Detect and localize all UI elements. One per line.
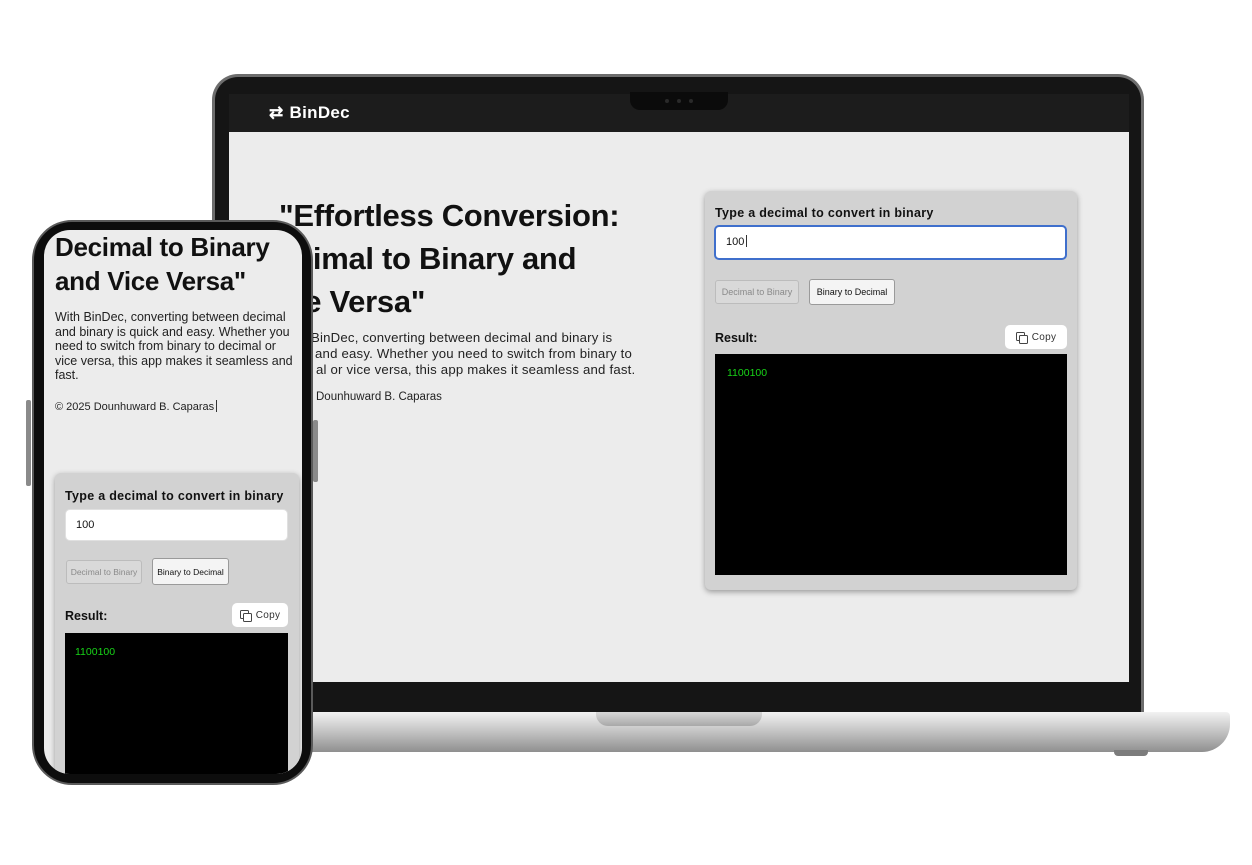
camera-notch (630, 92, 728, 110)
phone-hero-title: Decimal to Binary and Vice Versa" (55, 230, 295, 298)
hero-title-line: ecimal to Binary and (279, 241, 577, 276)
laptop-foot (1114, 750, 1148, 756)
phone-side-button (26, 400, 31, 486)
converter-card: Type a decimal to convert in binary 100 … (705, 191, 1077, 590)
hero-description: BinDec, converting between decimal and b… (279, 330, 659, 378)
result-output: 1100100 (65, 633, 288, 774)
laptop-screen: ⇄ BinDec "Effortless Conversion: ecimal … (229, 94, 1129, 682)
brand-name[interactable]: BinDec (290, 103, 350, 123)
copy-label: Copy (1031, 331, 1057, 343)
phone-side-button (313, 420, 318, 482)
hero-description-line: al or vice versa, this app makes it seam… (316, 362, 636, 377)
phone-hero-title-line: Decimal to Binary (55, 232, 270, 262)
result-output: 1100100 (715, 354, 1067, 575)
hero-description-line: BinDec, converting between decimal and b… (311, 330, 613, 345)
binary-to-decimal-button[interactable]: Binary to Decimal (809, 279, 895, 305)
copy-icon (239, 609, 252, 622)
phone-hero-title-line: and Vice Versa" (55, 266, 246, 296)
input-label: Type a decimal to convert in binary (715, 206, 934, 220)
input-value: 100 (726, 236, 745, 248)
text-cursor (746, 235, 748, 247)
hero-description-line: and easy. Whether you need to switch fro… (315, 346, 633, 361)
result-label: Result: (715, 331, 758, 345)
copy-button[interactable]: Copy (1005, 325, 1067, 349)
hero-title: "Effortless Conversion: ecimal to Binary… (279, 194, 669, 323)
decimal-input[interactable]: 100 (714, 225, 1067, 260)
phone-screen: Decimal to Binary and Vice Versa" With B… (44, 230, 302, 774)
input-label: Type a decimal to convert in binary (65, 489, 284, 503)
laptop-bezel (229, 682, 1129, 696)
copy-label: Copy (255, 609, 281, 621)
decimal-input[interactable]: 100 (65, 509, 288, 541)
phone-hero-description: With BinDec, converting between decimal … (55, 310, 293, 383)
phone-copyright: © 2025 Dounhuward B. Caparas (55, 400, 218, 413)
binary-to-decimal-button[interactable]: Binary to Decimal (152, 558, 229, 585)
phone-converter-card: Type a decimal to convert in binary 100 … (55, 473, 299, 774)
copy-button[interactable]: Copy (232, 603, 288, 627)
phone-copyright-text: © 2025 Dounhuward B. Caparas (55, 401, 215, 413)
hero-title-line: "Effortless Conversion: (279, 198, 620, 233)
swap-arrows-icon: ⇄ (269, 103, 284, 122)
copy-icon (1015, 331, 1028, 344)
result-value: 1100100 (75, 646, 116, 658)
text-cursor (216, 400, 218, 412)
decimal-to-binary-button[interactable]: Decimal to Binary (66, 560, 142, 584)
decimal-to-binary-button[interactable]: Decimal to Binary (715, 280, 799, 304)
hero-title-line: ice Versa" (279, 284, 426, 319)
result-value: 1100100 (727, 367, 768, 379)
result-label: Result: (65, 609, 108, 623)
laptop-groove (596, 712, 762, 726)
